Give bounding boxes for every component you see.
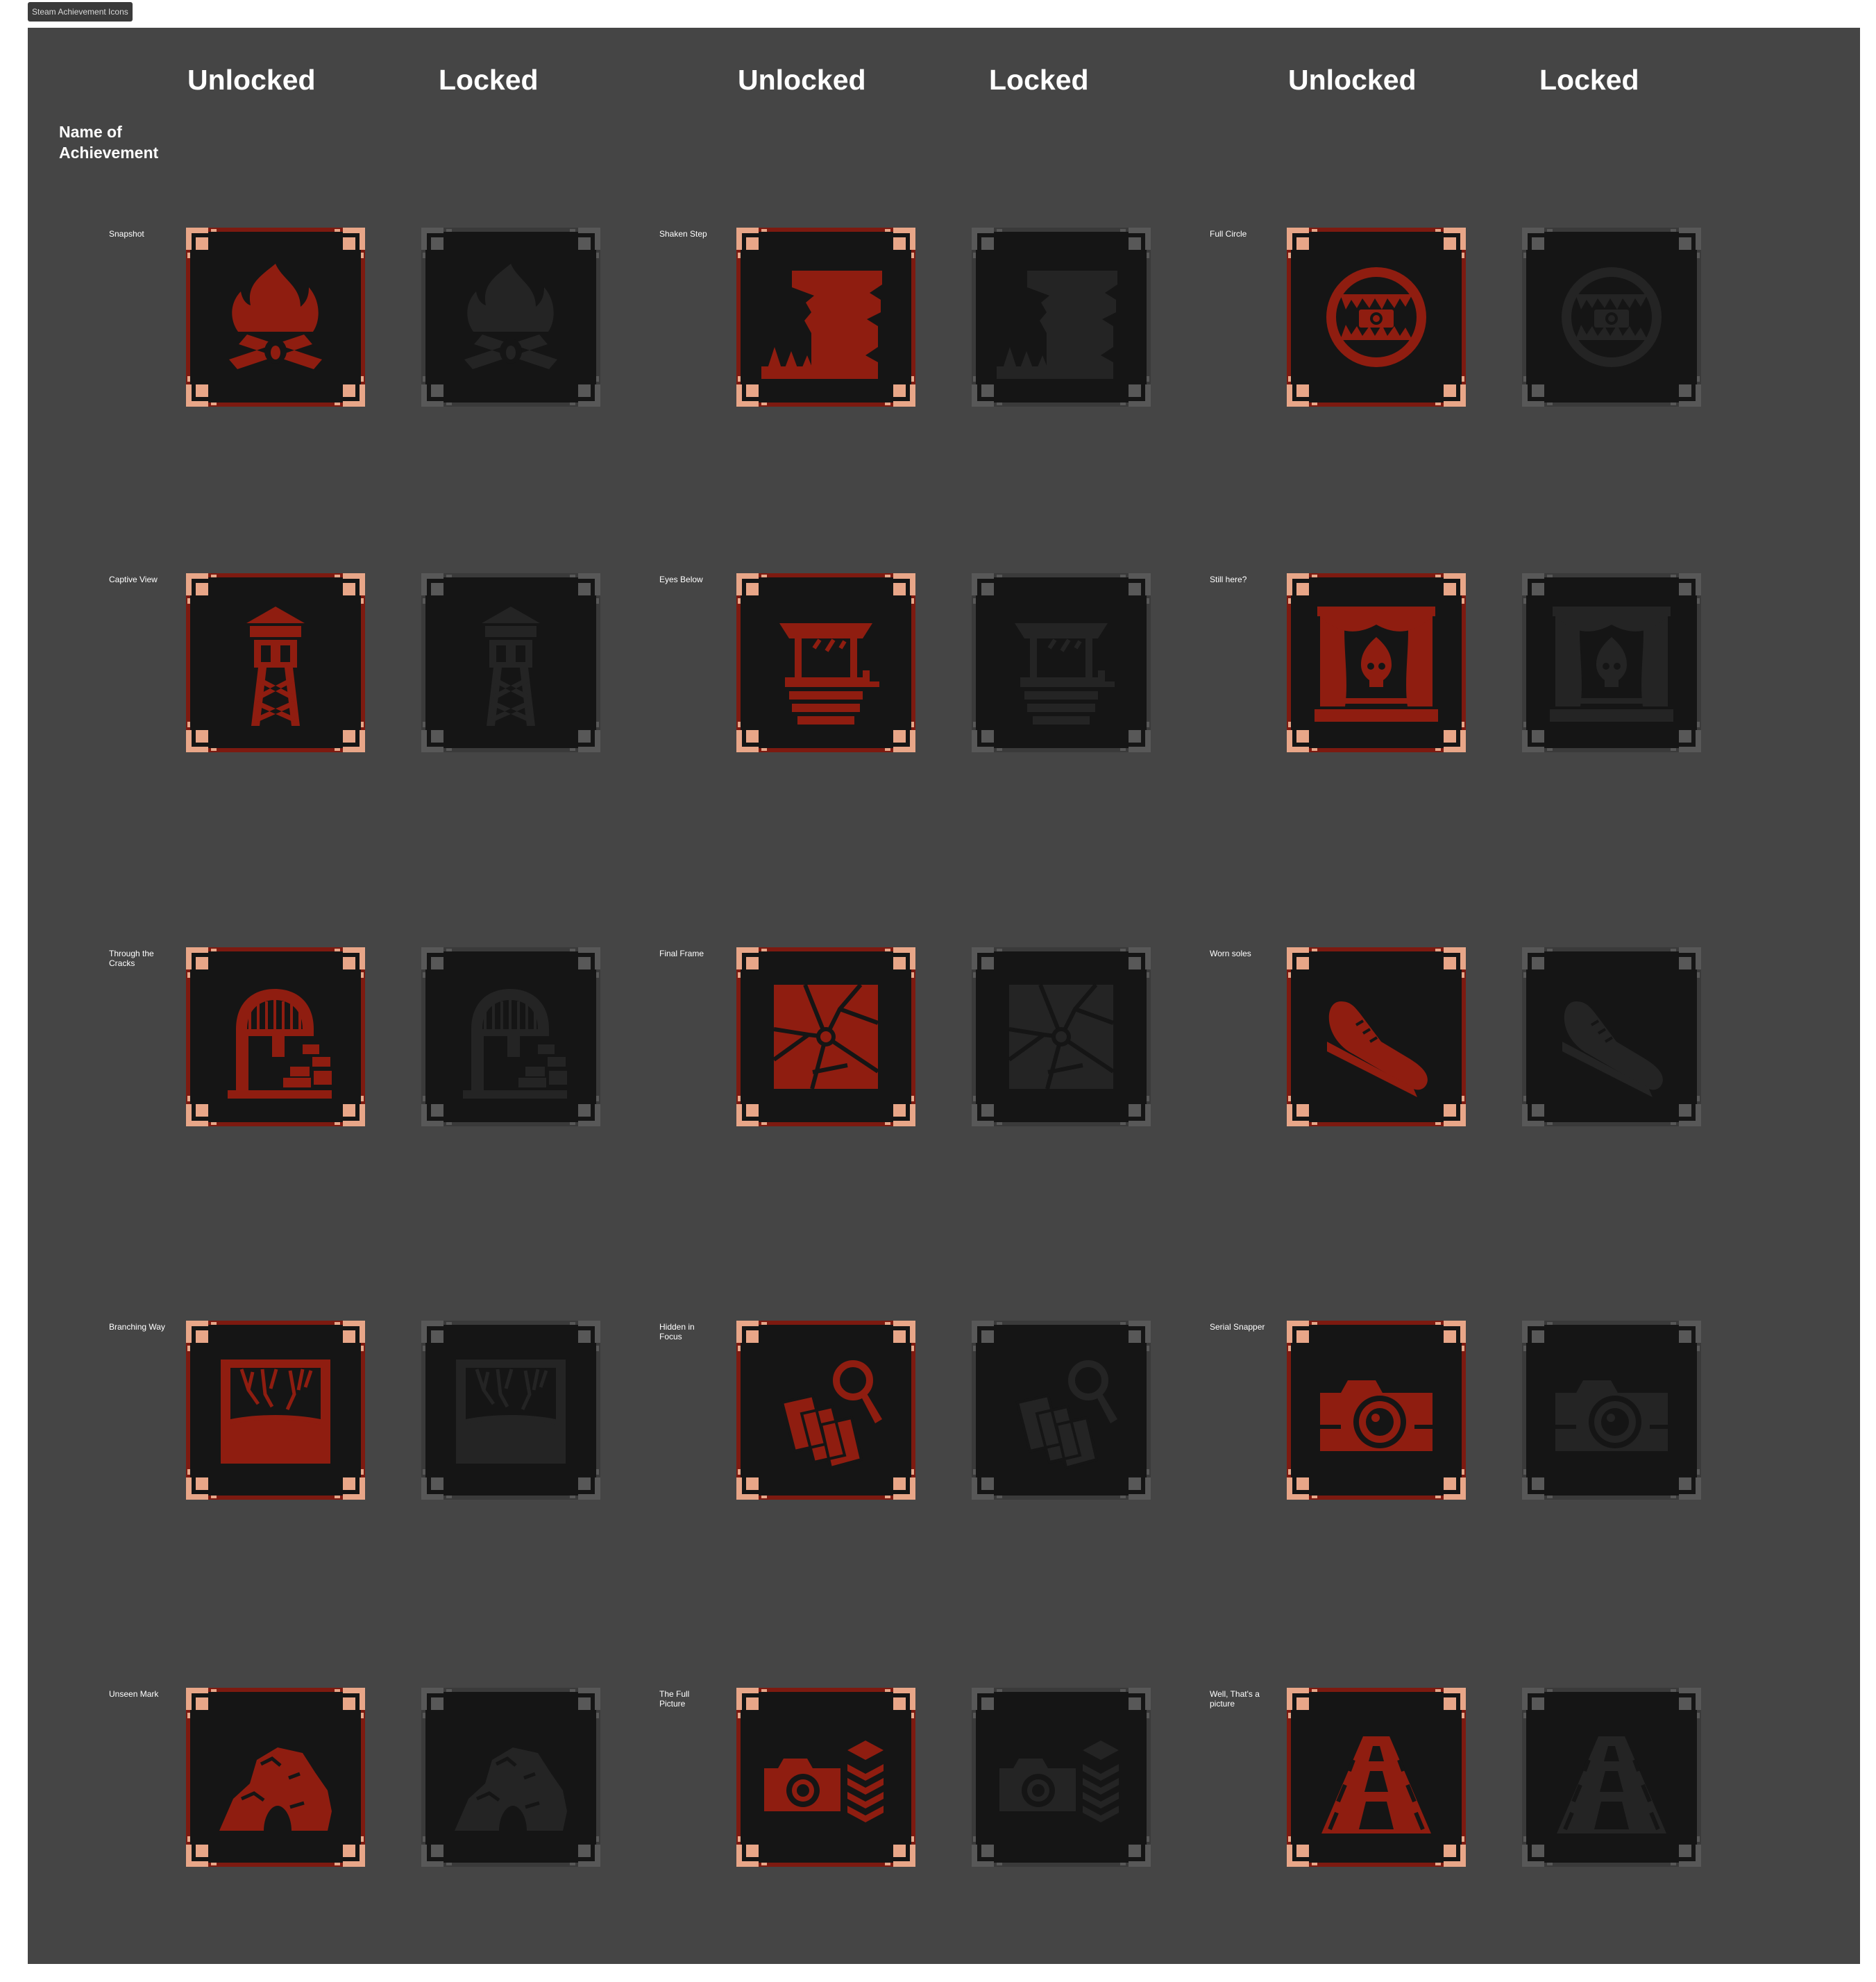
achievement-name: Shaken Step [659,229,707,239]
branching-roots-icon [221,1360,330,1464]
unlocked-column-header: Unlocked [1288,64,1417,96]
locked-column-header: Locked [1539,64,1639,96]
theater-skull-locked-badge[interactable] [1522,573,1701,752]
achievement-name: Eyes Below [659,575,703,584]
achievement-name: Worn soles [1210,949,1251,958]
achievement-board: Name of Achievement Unlocked Locked Unlo… [28,28,1860,1964]
ruined-arch-locked-badge[interactable] [421,947,600,1126]
frame-label[interactable]: Steam Achievement Icons [28,2,133,22]
wishing-well-unlocked-badge[interactable] [736,573,915,752]
unlocked-column-header: Unlocked [738,64,866,96]
photos-magnifier-unlocked-badge[interactable] [736,1321,915,1500]
achievement-name: Serial Snapper [1210,1322,1265,1332]
theater-skull-unlocked-badge[interactable] [1287,573,1466,752]
watchtower-locked-badge[interactable] [421,573,600,752]
shattered-frame-unlocked-badge[interactable] [736,947,915,1126]
fanged-camera-unlocked-badge[interactable] [1287,228,1466,407]
road-perspective-locked-badge[interactable] [1522,1688,1701,1867]
camera-locked-badge[interactable] [1522,1321,1701,1500]
wishing-well-locked-badge[interactable] [972,573,1151,752]
campfire-locked-badge[interactable] [421,228,600,407]
rock-cave-unlocked-badge[interactable] [186,1688,365,1867]
ruined-arch-unlocked-badge[interactable] [186,947,365,1126]
achievement-name: Hidden in Focus [659,1322,695,1341]
shattered-frame-icon [772,983,879,1090]
sneaker-unlocked-badge[interactable] [1287,947,1466,1126]
achievement-name: Well, That's a picture [1210,1689,1260,1709]
achievement-name: Final Frame [659,949,704,958]
camera-stack-unlocked-badge[interactable] [736,1688,915,1867]
branching-roots-icon [456,1360,566,1464]
shattered-frame-locked-badge[interactable] [972,947,1151,1126]
achievement-name: Through the Cracks [109,949,154,968]
cliff-forest-locked-badge[interactable] [972,228,1151,407]
watchtower-unlocked-badge[interactable] [186,573,365,752]
cliff-forest-unlocked-badge[interactable] [736,228,915,407]
fanged-camera-icon [1562,267,1662,367]
branching-roots-locked-badge[interactable] [421,1321,600,1500]
achievement-name: Snapshot [109,229,144,239]
shattered-frame-icon [1008,983,1115,1090]
campfire-unlocked-badge[interactable] [186,228,365,407]
locked-column-header: Locked [439,64,539,96]
sneaker-locked-badge[interactable] [1522,947,1701,1126]
achievement-name: Captive View [109,575,158,584]
achievement-name: Full Circle [1210,229,1247,239]
unlocked-column-header: Unlocked [187,64,316,96]
locked-column-header: Locked [989,64,1089,96]
fanged-camera-locked-badge[interactable] [1522,228,1701,407]
photos-magnifier-locked-badge[interactable] [972,1321,1151,1500]
achievement-name: Still here? [1210,575,1247,584]
rock-cave-locked-badge[interactable] [421,1688,600,1867]
name-column-header: Name of Achievement [59,123,159,162]
branching-roots-unlocked-badge[interactable] [186,1321,365,1500]
achievement-name: The Full Picture [659,1689,690,1709]
fanged-camera-icon [1326,267,1426,367]
achievement-name: Branching Way [109,1322,165,1332]
camera-unlocked-badge[interactable] [1287,1321,1466,1500]
camera-stack-locked-badge[interactable] [972,1688,1151,1867]
road-perspective-unlocked-badge[interactable] [1287,1688,1466,1867]
achievement-name: Unseen Mark [109,1689,159,1699]
